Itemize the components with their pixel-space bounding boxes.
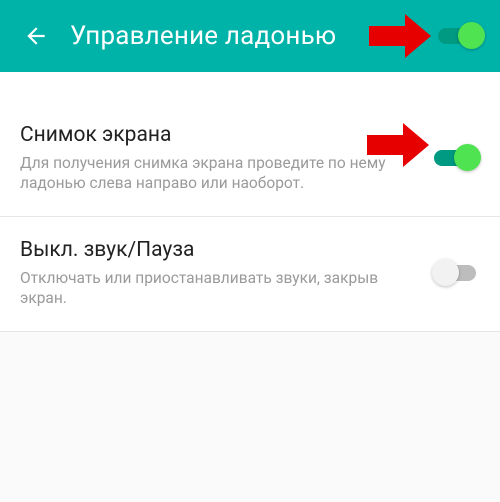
setting-toggle[interactable] <box>432 259 480 287</box>
setting-mute-pause[interactable]: Выкл. звук/Пауза Отключать или приостана… <box>0 217 500 332</box>
setting-title: Выкл. звук/Пауза <box>20 238 418 262</box>
back-button[interactable] <box>16 16 56 56</box>
settings-list: Снимок экрана Для получения снимка экран… <box>0 102 500 332</box>
toggle-thumb <box>458 22 485 49</box>
setting-text: Снимок экрана Для получения снимка экран… <box>20 123 418 194</box>
setting-text: Выкл. звук/Пауза Отключать или приостана… <box>20 238 418 309</box>
setting-title: Снимок экрана <box>20 123 418 147</box>
toggle-thumb <box>454 144 481 171</box>
app-bar: Управление ладонью <box>0 0 500 72</box>
page-title: Управление ладонью <box>70 21 336 51</box>
master-toggle[interactable] <box>436 22 484 50</box>
setting-screenshot[interactable]: Снимок экрана Для получения снимка экран… <box>0 102 500 217</box>
setting-description: Для получения снимка экрана проведите по… <box>20 153 418 194</box>
spacer <box>0 72 500 102</box>
setting-description: Отключать или приостанавливать звуки, за… <box>20 268 418 309</box>
setting-toggle[interactable] <box>432 144 480 172</box>
toggle-thumb <box>432 259 459 286</box>
arrow-back-icon <box>23 23 49 49</box>
